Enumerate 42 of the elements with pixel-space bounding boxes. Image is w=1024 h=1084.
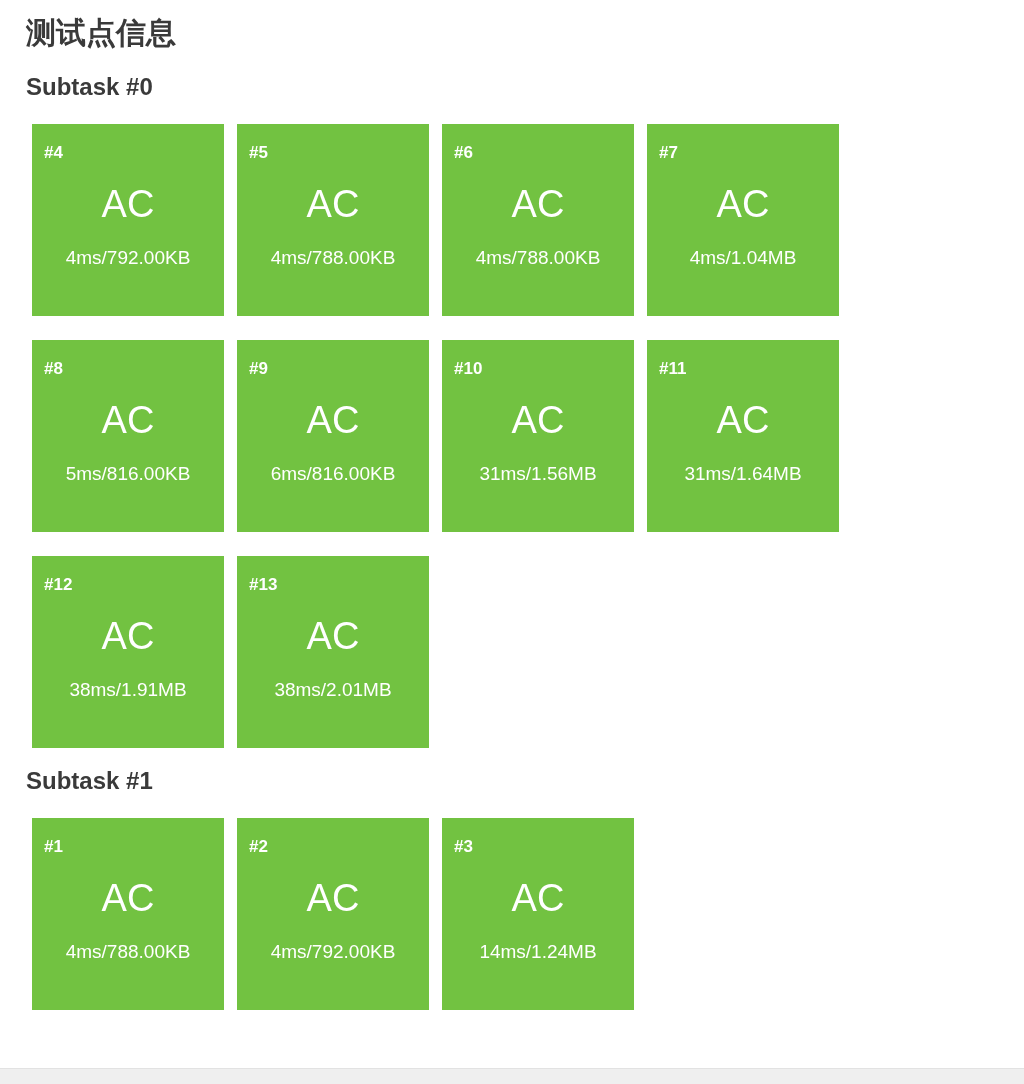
verdict-label: AC — [101, 614, 155, 658]
case-number: #2 — [249, 837, 268, 856]
verdict-label: AC — [716, 398, 770, 442]
time-memory-text: 6ms/816.00KB — [270, 462, 396, 486]
case-number: #5 — [249, 143, 268, 162]
verdict-label: AC — [511, 182, 565, 226]
case-number: #4 — [44, 143, 63, 162]
verdict-label: AC — [716, 182, 770, 226]
verdict-label: AC — [306, 398, 360, 442]
verdict-label: AC — [306, 876, 360, 920]
case-number: #6 — [454, 143, 473, 162]
verdict-label: AC — [511, 876, 565, 920]
time-memory-text: 4ms/792.00KB — [65, 246, 191, 270]
page-title: 测试点信息 — [26, 15, 176, 51]
time-memory-text: 5ms/816.00KB — [65, 462, 191, 486]
time-memory-text: 38ms/1.91MB — [69, 678, 187, 702]
verdict-label: AC — [101, 876, 155, 920]
case-number: #10 — [454, 359, 483, 378]
time-memory-text: 4ms/788.00KB — [65, 940, 191, 964]
time-memory-text: 38ms/2.01MB — [274, 678, 392, 702]
time-memory-text: 4ms/788.00KB — [270, 246, 396, 270]
verdict-label: AC — [101, 182, 155, 226]
case-number: #12 — [44, 575, 73, 594]
time-memory-text: 31ms/1.56MB — [479, 462, 597, 486]
case-number: #8 — [44, 359, 63, 378]
case-number: #11 — [659, 359, 687, 378]
verdict-label: AC — [511, 398, 565, 442]
case-number: #7 — [659, 143, 678, 162]
subtask-heading: Subtask #1 — [26, 766, 153, 796]
verdict-label: AC — [306, 182, 360, 226]
case-number: #3 — [454, 837, 473, 856]
time-memory-text: 4ms/792.00KB — [270, 940, 396, 964]
verdict-label: AC — [306, 614, 360, 658]
case-number: #1 — [44, 837, 63, 856]
time-memory-text: 31ms/1.64MB — [684, 462, 802, 486]
case-number: #13 — [249, 575, 278, 594]
time-memory-text: 4ms/1.04MB — [689, 246, 797, 270]
time-memory-text: 14ms/1.24MB — [479, 940, 597, 964]
subtask-heading: Subtask #0 — [26, 72, 153, 102]
time-memory-text: 4ms/788.00KB — [475, 246, 601, 270]
verdict-label: AC — [101, 398, 155, 442]
case-number: #9 — [249, 359, 268, 378]
